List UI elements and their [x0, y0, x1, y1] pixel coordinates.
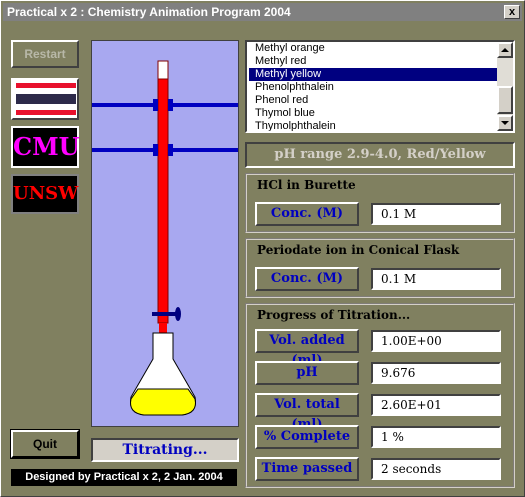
- restart-button[interactable]: Restart: [11, 40, 79, 68]
- close-button[interactable]: x: [504, 5, 520, 19]
- indicator-list-items: Methyl orange Methyl red Methyl yellow P…: [249, 42, 499, 131]
- burette-liquid: [157, 60, 169, 324]
- vol-added-field: 1.00E+00: [371, 330, 501, 352]
- client-area: Restart CMU UNSW Quit Titrating... Desig…: [3, 22, 522, 494]
- burette-conc-label: Conc. (M): [255, 202, 359, 226]
- status-display: Titrating...: [91, 438, 239, 462]
- burette-conc-label-text: Conc. (M): [270, 206, 344, 221]
- clamp-right-lower: [168, 144, 173, 156]
- flask-solution: [130, 388, 196, 416]
- cmu-logo-text: CMU: [13, 132, 80, 161]
- flask-conc-value: 0.1 M: [381, 272, 417, 286]
- quit-button[interactable]: Quit: [10, 429, 80, 459]
- clamp-left-lower: [153, 144, 158, 156]
- indicator-range-display: pH range 2.9-4.0, Red/Yellow: [245, 142, 515, 168]
- burette-group-title: HCl in Burette: [257, 178, 356, 192]
- burette-group: HCl in Burette Conc. (M) 0.1 M: [245, 173, 515, 233]
- progress-group: Progress of Titration... Vol. added (ml)…: [245, 303, 515, 488]
- app-window: Practical x 2 : Chemistry Animation Prog…: [0, 0, 525, 497]
- restart-label: Restart: [24, 47, 66, 61]
- flask-group-title: Periodate ion in Conical Flask: [257, 243, 460, 257]
- ph-label-text: pH: [296, 365, 318, 380]
- complete-value: 1 %: [381, 430, 404, 444]
- close-icon: x: [508, 6, 516, 18]
- window-title: Practical x 2 : Chemistry Animation Prog…: [7, 5, 291, 19]
- unsw-logo: UNSW: [11, 174, 79, 214]
- flask-group: Periodate ion in Conical Flask Conc. (M)…: [245, 238, 515, 298]
- list-item[interactable]: Methyl orange: [249, 42, 499, 55]
- list-item[interactable]: Thymolphthalein: [249, 120, 499, 131]
- indicator-list[interactable]: Methyl orange Methyl red Methyl yellow P…: [245, 40, 515, 133]
- list-item[interactable]: Phenol red: [249, 94, 499, 107]
- status-text: Titrating...: [122, 442, 208, 458]
- indicator-range-text: pH range 2.9-4.0, Red/Yellow: [274, 147, 486, 162]
- scroll-thumb[interactable]: [497, 86, 513, 114]
- time-value: 2 seconds: [381, 462, 442, 476]
- title-bar: Practical x 2 : Chemistry Animation Prog…: [3, 3, 522, 21]
- ph-field: 9.676: [371, 362, 501, 384]
- list-scrollbar[interactable]: [497, 42, 513, 131]
- burette-conc-field[interactable]: 0.1 M: [371, 203, 501, 225]
- scroll-up-button[interactable]: [497, 42, 513, 58]
- burette-conc-value: 0.1 M: [381, 207, 417, 221]
- vol-added-label: Vol. added (ml): [255, 329, 359, 368]
- time-field: 2 seconds: [371, 458, 501, 480]
- list-item[interactable]: Methyl red: [249, 55, 499, 68]
- time-label-text: Time passed: [261, 461, 353, 476]
- quit-label: Quit: [33, 437, 57, 451]
- burette-top: [157, 60, 169, 80]
- chevron-up-icon: [501, 48, 509, 52]
- scroll-down-button[interactable]: [497, 115, 513, 131]
- list-item[interactable]: Phenolphthalein: [249, 81, 499, 94]
- list-item-selected[interactable]: Methyl yellow: [249, 68, 499, 81]
- unsw-logo-text: UNSW: [13, 183, 79, 204]
- credits-footer: Designed by Practical x 2, 2 Jan. 2004: [11, 469, 237, 486]
- vol-total-label: Vol. total (ml): [255, 393, 359, 432]
- stopcock-knob: [175, 307, 181, 321]
- ph-label: pH: [255, 361, 359, 385]
- flask-conc-field[interactable]: 0.1 M: [371, 268, 501, 290]
- flask-conc-label-text: Conc. (M): [270, 271, 344, 286]
- clamp-left-upper: [153, 99, 158, 111]
- vol-total-value: 2.60E+01: [381, 398, 442, 412]
- flask-conc-label: Conc. (M): [255, 267, 359, 291]
- complete-field: 1 %: [371, 426, 501, 448]
- complete-label: % Complete: [255, 425, 359, 449]
- ph-value: 9.676: [381, 366, 416, 380]
- complete-label-text: % Complete: [263, 429, 351, 444]
- thai-flag-icon: [11, 78, 79, 120]
- time-label: Time passed: [255, 457, 359, 481]
- vol-added-value: 1.00E+00: [381, 334, 442, 348]
- vol-total-field: 2.60E+01: [371, 394, 501, 416]
- credits-text: Designed by Practical x 2, 2 Jan. 2004: [25, 471, 223, 483]
- apparatus-drawing: [92, 60, 238, 416]
- clamp-right-upper: [168, 99, 173, 111]
- list-item[interactable]: Thymol blue: [249, 107, 499, 120]
- progress-group-title: Progress of Titration...: [257, 308, 411, 322]
- titration-apparatus: [91, 40, 239, 427]
- chevron-down-icon: [501, 121, 509, 125]
- cmu-logo: CMU: [11, 126, 80, 168]
- stopcock-handle: [152, 312, 176, 316]
